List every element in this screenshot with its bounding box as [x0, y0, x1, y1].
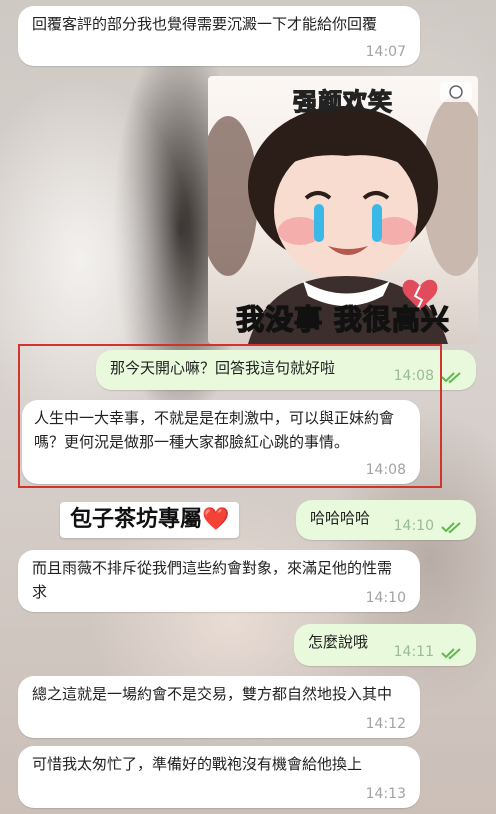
watermark-label: 包子茶坊專屬❤️ [60, 502, 240, 538]
read-receipt-icon [441, 372, 461, 384]
message-bubble-outgoing[interactable]: 哈哈哈哈 14:10 [296, 500, 476, 540]
message-time: 14:12 [365, 716, 406, 732]
message-bubble-outgoing[interactable]: 怎麼說哦 14:11 [294, 624, 476, 666]
message-text: 可惜我太匆忙了，準備好的戰袍沒有機會給他換上 [32, 755, 363, 773]
message-time: 14:13 [365, 786, 406, 802]
sticker-caption-bottom: 我没事 我很高兴 [235, 302, 450, 336]
sticker-image[interactable]: 强颜欢笑 我没事 我很高兴 [208, 76, 478, 344]
message-bubble-incoming[interactable]: 總之這就是一場約會不是交易，雙方都自然地投入其中 14:12 [18, 676, 420, 738]
message-text: 回覆客評的部分我也覺得需要沉澱一下才能給你回覆 [32, 15, 378, 33]
sticker-caption-top: 强颜欢笑 [292, 87, 393, 116]
message-time: 14:10 [365, 590, 406, 606]
message-time: 14:11 [393, 644, 434, 660]
watermark-text: 包子茶坊專屬 [70, 507, 203, 532]
highlight-box [18, 344, 442, 488]
heart-icon: ❤️ [202, 507, 230, 532]
message-bubble-incoming[interactable]: 可惜我太匆忙了，準備好的戰袍沒有機會給他換上 14:13 [18, 746, 420, 808]
message-time: 14:07 [365, 44, 406, 60]
read-receipt-icon [441, 648, 461, 660]
message-bubble-incoming[interactable]: 而且雨薇不排斥從我們這些約會對象，來滿足他的性需求 14:10 [18, 550, 420, 612]
message-time: 14:10 [393, 518, 434, 534]
message-bubble-incoming[interactable]: 回覆客評的部分我也覺得需要沉澱一下才能給你回覆 14:07 [18, 6, 420, 66]
read-receipt-icon [441, 522, 461, 534]
message-text: 而且雨薇不排斥從我們這些約會對象，來滿足他的性需求 [32, 559, 393, 601]
message-text: 怎麼說哦 [308, 633, 369, 651]
message-text: 總之這就是一場約會不是交易，雙方都自然地投入其中 [32, 685, 393, 703]
